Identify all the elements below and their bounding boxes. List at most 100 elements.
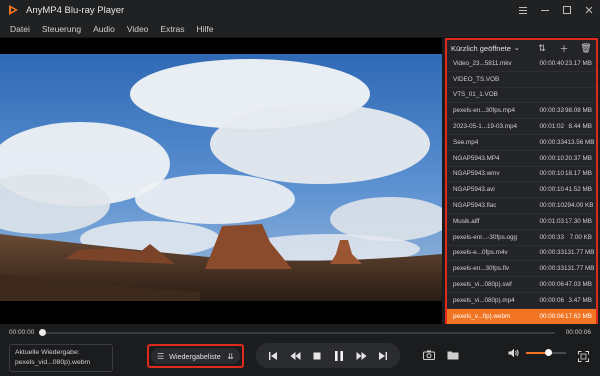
seek-track[interactable] xyxy=(42,332,555,334)
playlist-item-size: 131.77 MB xyxy=(564,249,595,257)
playlist-item-name: NGAP5943.avi xyxy=(453,186,495,194)
menu-video[interactable]: Video xyxy=(121,24,155,34)
list-icon: ☰ xyxy=(157,351,165,361)
fullscreen-icon[interactable] xyxy=(578,349,589,367)
playlist-item[interactable]: pexels_v...0p).webm 00:00:06 17.62 MB xyxy=(447,308,596,325)
menu-bar: Datei Steuerung Audio Video Extras Hilfe xyxy=(0,20,600,38)
volume-handle[interactable] xyxy=(545,349,552,356)
playlist-item[interactable]: VTS_01_1.VOB xyxy=(447,88,596,104)
playlist-item-duration: 00:01:03 xyxy=(539,217,564,225)
volume-control xyxy=(508,348,566,358)
playlist-item[interactable]: pexels_vi...080p).mp4 00:00:06 3.47 MB xyxy=(447,293,596,309)
playlist-item-size: 3.47 MB xyxy=(568,296,592,304)
delete-icon[interactable]: 🗑 xyxy=(580,42,592,54)
previous-button[interactable] xyxy=(266,349,280,363)
menu-audio[interactable]: Audio xyxy=(87,24,121,34)
playlist-toggle-frame: ☰ Wiedergabeliste ⇊ xyxy=(147,344,244,368)
playlist-item-size: 18.17 MB xyxy=(565,170,592,178)
playlist-item-size: 294.00 KB xyxy=(564,202,594,210)
playlist-item[interactable]: Musik.aiff 00:01:03 17.30 MB xyxy=(447,214,596,230)
playlist-item-name: NGAP5943.wmv xyxy=(453,170,500,178)
minimize-button[interactable] xyxy=(534,0,556,20)
total-time: 00:00:06 xyxy=(565,329,591,336)
app-logo-icon xyxy=(9,5,18,15)
playlist-item-duration: 00:00:10 xyxy=(539,186,564,194)
app-title: AnyMP4 Blu-ray Player xyxy=(26,4,125,16)
close-button[interactable] xyxy=(578,0,600,20)
current-time: 00:00:00 xyxy=(9,329,35,336)
playlist-item-duration: 00:00:10 xyxy=(539,202,564,210)
playlist-item[interactable]: See.mp4 00:00:33 413.56 MB xyxy=(447,135,596,151)
playlist-toggle-label: Wiedergabeliste xyxy=(169,351,221,361)
playlist-item-duration: 00:00:06 xyxy=(539,281,564,289)
playlist-header: Kürzlich geöffnete ⌄ ⇅ ＋ 🗑 xyxy=(447,40,596,56)
playlist-item-size: 8.44 MB xyxy=(568,123,592,131)
playlist-item[interactable]: pexels-en...30fps.mp4 00:00:33 98.08 MB xyxy=(447,103,596,120)
add-icon[interactable]: ＋ xyxy=(558,42,570,54)
playlist-item-duration: 00:00:40 xyxy=(539,59,564,67)
playlist-item[interactable]: NGAP5943.avi 00:00:10 41.52 MB xyxy=(447,182,596,199)
timeline: 00:00:00 00:00:06 xyxy=(0,324,600,340)
playlist-item-name: pexels-enr...-30fps.ogg xyxy=(453,233,518,241)
playlist-item[interactable]: Video_23...5811.mkv 00:00:40 23.17 MB xyxy=(447,56,596,72)
playlist-item-duration: 00:00:06 xyxy=(539,312,564,320)
playlist-item-name: VTS_01_1.VOB xyxy=(453,91,498,99)
playlist-item-name: NGAP5943.flac xyxy=(453,202,497,210)
playlist-item-size: 41.52 MB xyxy=(565,186,592,194)
playlist-item[interactable]: pexels_vi...080p).swf 00:00:06 47.03 MB xyxy=(447,277,596,293)
title-bar: AnyMP4 Blu-ray Player xyxy=(0,0,600,20)
playlist-item-name: 2023-05-1...19-03.mp4 xyxy=(453,123,518,131)
playlist-item-duration: 00:01:02 xyxy=(539,123,564,131)
volume-slider[interactable] xyxy=(526,349,566,356)
maximize-button[interactable] xyxy=(556,0,578,20)
recent-dropdown[interactable]: Kürzlich geöffnete xyxy=(451,44,511,53)
seek-handle[interactable] xyxy=(39,329,46,336)
playlist-item[interactable]: 2023-05-1...19-03.mp4 00:01:02 8.44 MB xyxy=(447,119,596,135)
playlist-item-name: See.mp4 xyxy=(453,138,479,146)
sort-icon[interactable]: ⇅ xyxy=(536,42,548,54)
playlist-item[interactable]: pexels-enr...-30fps.ogg 00:00:33 7.00 KB xyxy=(447,230,596,246)
playlist-item[interactable]: NGAP5943.flac 00:00:10 294.00 KB xyxy=(447,198,596,214)
menu-steuerung[interactable]: Steuerung xyxy=(36,24,87,34)
playlist-toggle-button[interactable]: ☰ Wiedergabeliste ⇊ xyxy=(151,348,240,364)
playlist-item[interactable]: VIDEO_TS.VOB xyxy=(447,72,596,88)
playlist-item-name: pexels-e...0fps.m4v xyxy=(453,249,508,257)
folder-icon[interactable] xyxy=(446,348,460,362)
playlist-item-name: pexels_vi...080p).mp4 xyxy=(453,296,515,304)
playlist-item-size: 131.77 MB xyxy=(564,265,595,273)
playlist-item[interactable]: pexels-e...0fps.m4v 00:00:33 131.77 MB xyxy=(447,246,596,262)
menu-extras[interactable]: Extras xyxy=(154,24,190,34)
playlist-item-duration: 00:00:10 xyxy=(539,154,564,162)
settings-icon[interactable] xyxy=(512,0,534,20)
menu-hilfe[interactable]: Hilfe xyxy=(191,24,220,34)
playlist-item-duration: 00:00:33 xyxy=(539,265,564,273)
playlist-item-size: 17.62 MB xyxy=(565,312,592,320)
stop-button[interactable] xyxy=(310,349,324,363)
fast-forward-button[interactable] xyxy=(354,349,368,363)
video-area[interactable] xyxy=(0,38,442,324)
menu-datei[interactable]: Datei xyxy=(0,24,36,34)
playlist-item-duration: 00:00:33 xyxy=(539,249,564,257)
chevron-down-icon[interactable]: ⌄ xyxy=(514,44,520,52)
now-playing-file: pexels_vid...080p).webm xyxy=(15,359,91,366)
now-playing-box: Aktuelle Wiedergabe: pexels_vid...080p).… xyxy=(9,344,113,372)
playlist-item[interactable]: NGAP5943.MP4 00:00:10 20.37 MB xyxy=(447,151,596,167)
pause-button[interactable] xyxy=(332,349,346,363)
playlist-item-size: 47.03 MB xyxy=(565,281,592,289)
speaker-icon[interactable] xyxy=(508,348,520,358)
playlist-item-name: NGAP5943.MP4 xyxy=(453,154,500,162)
playlist-item-size: 98.08 MB xyxy=(565,107,592,115)
rewind-button[interactable] xyxy=(288,349,302,363)
now-playing-label: Aktuelle Wiedergabe: xyxy=(15,349,80,356)
playlist-item-name: Video_23...5811.mkv xyxy=(453,59,512,67)
playlist-item-size: 17.30 MB xyxy=(565,217,592,225)
list-order-icon[interactable]: ⇊ xyxy=(227,352,234,361)
camera-icon[interactable] xyxy=(422,348,436,362)
playlist-item-size: 23.17 MB xyxy=(565,59,592,67)
video-frame xyxy=(0,54,442,301)
playlist-item-name: VIDEO_TS.VOB xyxy=(453,75,500,83)
next-button[interactable] xyxy=(376,349,390,363)
playlist-item[interactable]: pexels-en...30fps.flv 00:00:33 131.77 MB xyxy=(447,261,596,278)
playlist-list: Video_23...5811.mkv 00:00:40 23.17 MB VIDEO… xyxy=(447,56,596,325)
playlist-item[interactable]: NGAP5943.wmv 00:00:10 18.17 MB xyxy=(447,167,596,183)
